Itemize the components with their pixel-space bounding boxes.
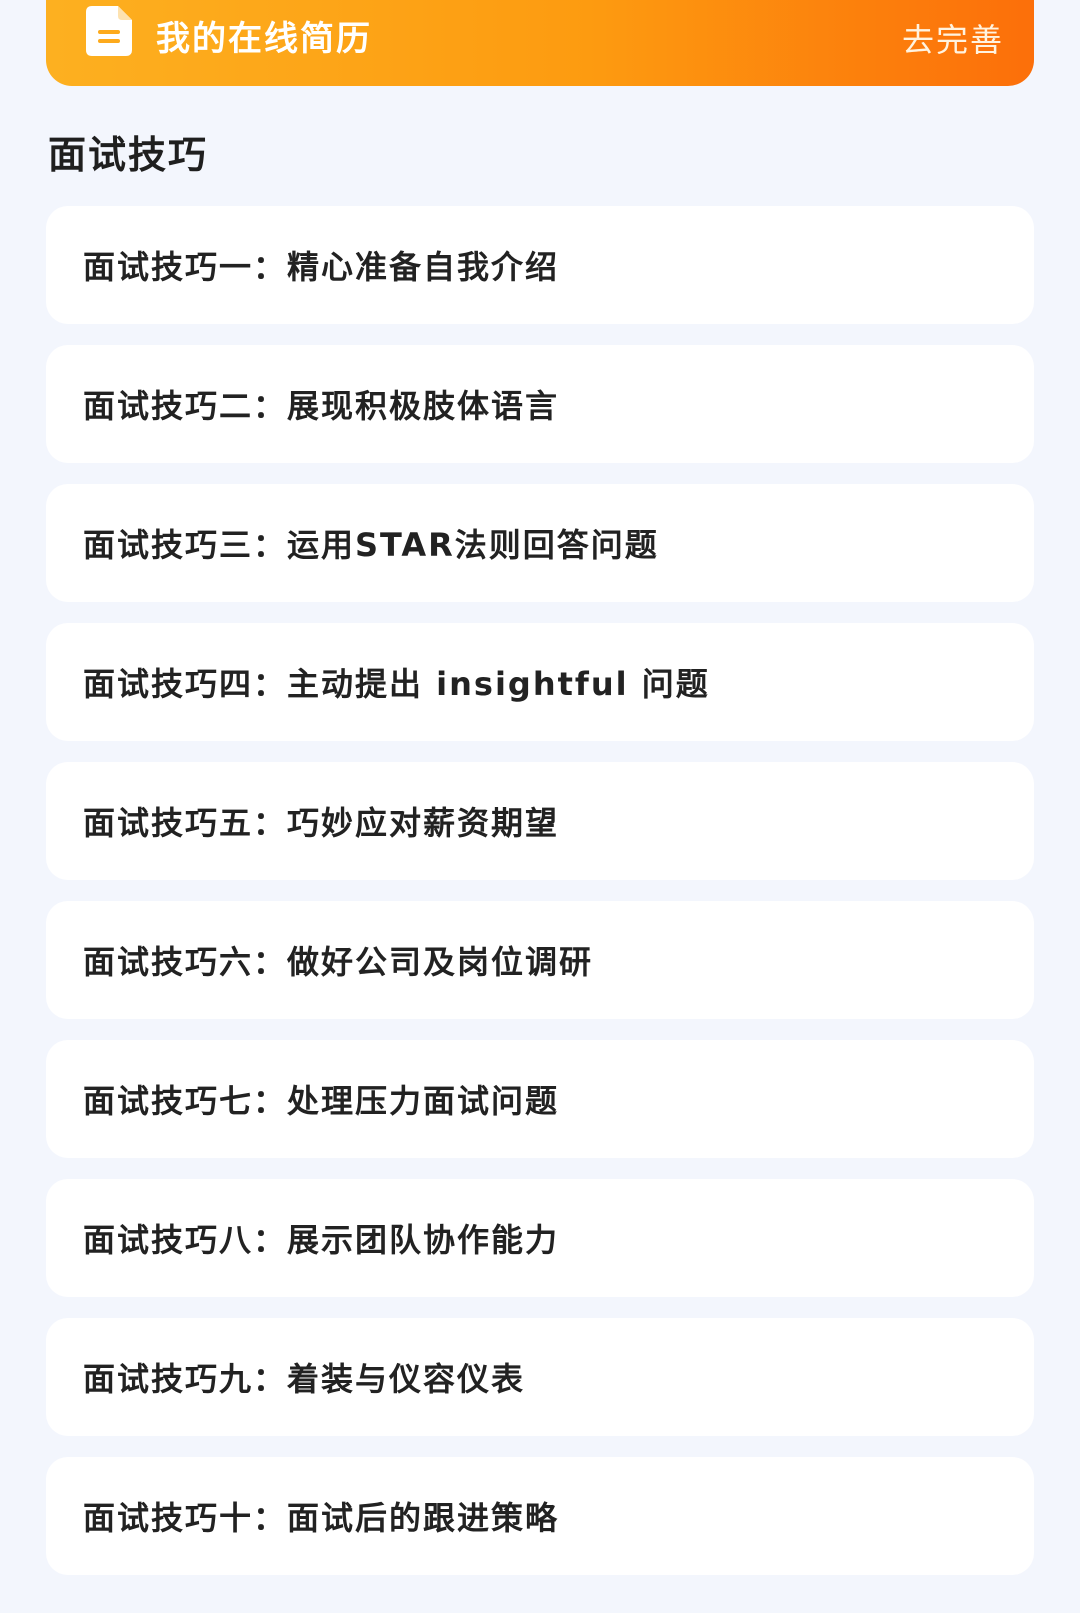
tip-item-6[interactable]: 面试技巧六：做好公司及岗位调研 xyxy=(46,901,1034,1019)
tip-item-1[interactable]: 面试技巧一：精心准备自我介绍 xyxy=(46,206,1034,324)
tip-item-3[interactable]: 面试技巧三：运用STAR法则回答问题 xyxy=(46,484,1034,602)
tip-item-8[interactable]: 面试技巧八：展示团队协作能力 xyxy=(46,1179,1034,1297)
document-icon xyxy=(86,6,132,56)
tip-item-4[interactable]: 面试技巧四：主动提出 insightful 问题 xyxy=(46,623,1034,741)
tip-label: 面试技巧二：展现积极肢体语言 xyxy=(83,387,560,425)
tip-item-2[interactable]: 面试技巧二：展现积极肢体语言 xyxy=(46,345,1034,463)
section-title: 面试技巧 xyxy=(48,133,209,177)
tip-label: 面试技巧四：主动提出 insightful 问题 xyxy=(83,665,710,703)
banner-title: 我的在线简历 xyxy=(156,19,372,59)
tip-label: 面试技巧三：运用STAR法则回答问题 xyxy=(83,526,659,564)
online-resume-banner[interactable]: 我的在线简历 去完善 xyxy=(46,0,1034,86)
tip-item-5[interactable]: 面试技巧五：巧妙应对薪资期望 xyxy=(46,762,1034,880)
tip-label: 面试技巧一：精心准备自我介绍 xyxy=(83,248,560,286)
complete-resume-link[interactable]: 去完善 xyxy=(902,24,1004,56)
tip-label: 面试技巧九：着装与仪容仪表 xyxy=(83,1360,526,1398)
tip-item-10[interactable]: 面试技巧十：面试后的跟进策略 xyxy=(46,1457,1034,1575)
tip-label: 面试技巧七：处理压力面试问题 xyxy=(83,1082,560,1120)
tip-label: 面试技巧五：巧妙应对薪资期望 xyxy=(83,804,560,842)
tip-item-9[interactable]: 面试技巧九：着装与仪容仪表 xyxy=(46,1318,1034,1436)
tip-label: 面试技巧八：展示团队协作能力 xyxy=(83,1221,560,1259)
tip-item-7[interactable]: 面试技巧七：处理压力面试问题 xyxy=(46,1040,1034,1158)
tip-label: 面试技巧十：面试后的跟进策略 xyxy=(83,1499,560,1537)
tip-label: 面试技巧六：做好公司及岗位调研 xyxy=(83,943,594,981)
interview-tips-list: 面试技巧一：精心准备自我介绍 面试技巧二：展现积极肢体语言 面试技巧三：运用ST… xyxy=(46,206,1034,1596)
